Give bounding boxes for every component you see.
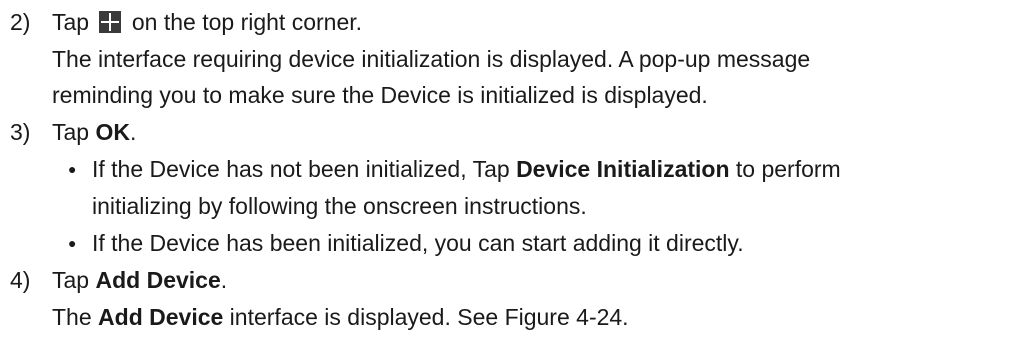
bullet-1-continuation: initializing by following the onscreen i…	[92, 193, 587, 219]
step-4-post: .	[220, 267, 228, 293]
step-3-instruction: Tap OK.	[52, 118, 136, 146]
step-4-bold: Add Device	[95, 267, 221, 293]
step-4-result-bold: Add Device	[98, 304, 224, 330]
step-2-description-line-2: reminding you to make sure the Device is…	[52, 82, 708, 108]
step-2-description-line-1: The interface requiring device initializ…	[52, 46, 811, 72]
step-2-post: on the top right corner.	[125, 9, 363, 35]
step-4-number: 4)	[10, 267, 31, 293]
step-4-result: The Add Device interface is displayed. S…	[52, 303, 629, 331]
bullet-1-pre: If the Device has not been initialized, …	[92, 156, 517, 182]
step-4-result-pre: The	[52, 304, 99, 330]
step-4-result-post: interface is displayed. See Figure 4-24.	[223, 304, 629, 330]
step-4-pre: Tap	[52, 267, 96, 293]
step-2-pre: Tap	[52, 9, 96, 35]
step-2-instruction: Tap on the top right corner.	[52, 8, 362, 36]
step-3-pre: Tap	[52, 119, 96, 145]
step-3-post: .	[129, 119, 137, 145]
step-3-number: 3)	[10, 119, 31, 145]
bullet-2-symbol: ●	[68, 235, 77, 251]
plus-icon	[99, 11, 122, 33]
bullet-2-text: If the Device has been initialized, you …	[92, 230, 744, 256]
document-page: 2) Tap on the top right corner. The inte…	[0, 0, 1018, 363]
step-4-instruction: Tap Add Device.	[52, 266, 227, 294]
bullet-1-bold: Device Initialization	[516, 156, 730, 182]
step-2-number: 2)	[10, 9, 31, 35]
bullet-1-text: If the Device has not been initialized, …	[92, 155, 841, 183]
step-3-bold: OK	[95, 119, 130, 145]
bullet-1-symbol: ●	[68, 161, 77, 177]
bullet-1-post: to perform	[729, 156, 841, 182]
